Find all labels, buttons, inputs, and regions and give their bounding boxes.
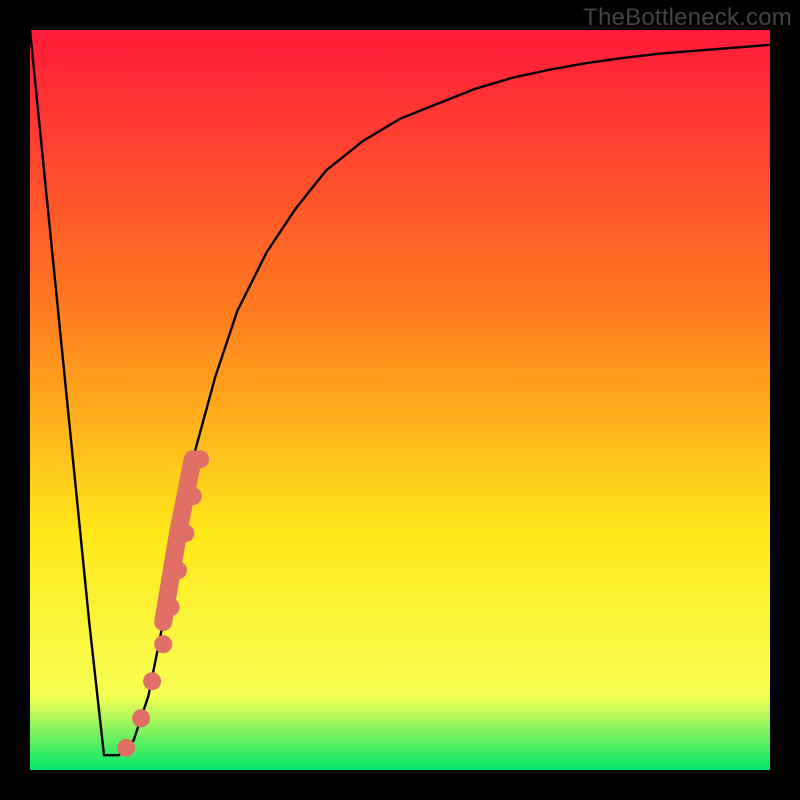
marker-dot xyxy=(191,450,209,468)
marker-dot xyxy=(176,524,194,542)
marker-dot xyxy=(132,709,150,727)
gradient-background xyxy=(30,30,770,770)
marker-dot xyxy=(184,487,202,505)
marker-dot xyxy=(117,739,135,757)
chart-svg xyxy=(30,30,770,770)
plot-area xyxy=(30,30,770,770)
marker-dot xyxy=(154,635,172,653)
marker-dot xyxy=(162,598,180,616)
chart-frame: TheBottleneck.com xyxy=(0,0,800,800)
watermark-text: TheBottleneck.com xyxy=(583,4,792,32)
marker-dot xyxy=(143,672,161,690)
marker-dot xyxy=(169,561,187,579)
